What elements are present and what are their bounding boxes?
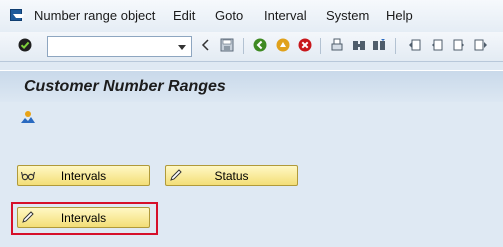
command-field[interactable] xyxy=(47,36,192,57)
chevron-down-icon[interactable] xyxy=(178,45,186,50)
cancel-icon[interactable] xyxy=(298,38,312,52)
enter-icon[interactable] xyxy=(18,38,32,52)
status-label: Status xyxy=(214,169,249,183)
find-next-icon[interactable] xyxy=(372,38,386,52)
menu-bar: Number range object Edit Goto Interval S… xyxy=(0,0,503,32)
print-icon[interactable] xyxy=(330,38,344,52)
find-icon[interactable] xyxy=(352,38,366,52)
standard-toolbar xyxy=(0,32,503,62)
last-page-icon[interactable] xyxy=(474,38,488,52)
overview-icon[interactable] xyxy=(20,110,36,124)
toolbar-separator xyxy=(320,38,321,54)
toolbar-separator xyxy=(243,38,244,54)
menu-interval[interactable]: Interval xyxy=(264,8,307,23)
system-menu-icon[interactable] xyxy=(10,9,25,21)
toolbar-separator xyxy=(395,38,396,54)
menu-help[interactable]: Help xyxy=(386,8,413,23)
menu-system[interactable]: System xyxy=(326,8,369,23)
menu-goto[interactable]: Goto xyxy=(215,8,243,23)
save-icon[interactable] xyxy=(220,38,234,52)
intervals-display-button[interactable]: Intervals xyxy=(17,165,150,186)
back-icon[interactable] xyxy=(199,38,213,52)
page-title: Customer Number Ranges xyxy=(24,78,226,95)
highlight-box xyxy=(11,202,158,235)
menu-edit[interactable]: Edit xyxy=(173,8,195,23)
intervals-display-label: Intervals xyxy=(60,169,107,183)
menu-number-range-object[interactable]: Number range object xyxy=(34,8,155,23)
back-green-icon[interactable] xyxy=(253,38,267,52)
first-page-icon[interactable] xyxy=(408,38,422,52)
exit-icon[interactable] xyxy=(276,38,290,52)
next-page-icon[interactable] xyxy=(452,38,466,52)
status-button[interactable]: Status xyxy=(165,165,298,186)
previous-page-icon[interactable] xyxy=(430,38,444,52)
